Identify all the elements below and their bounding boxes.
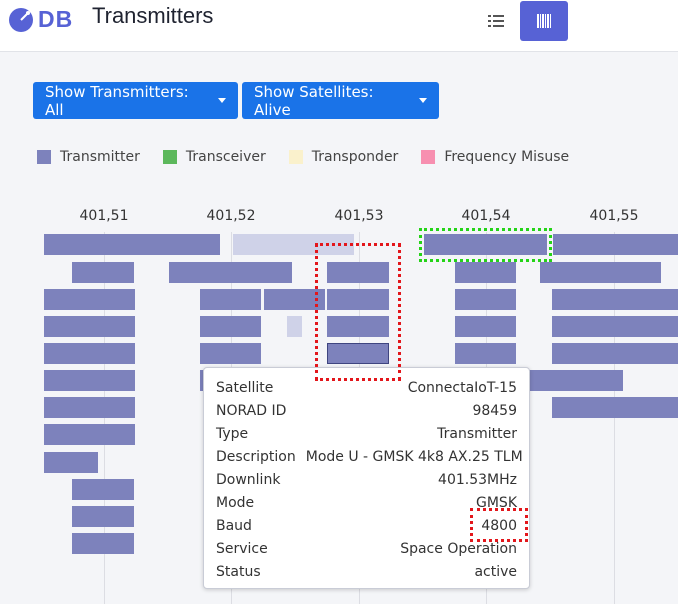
tooltip-key: Description xyxy=(216,448,296,465)
tooltip-value: Mode U - GMSK 4k8 AX.25 TLM xyxy=(305,448,523,465)
axis-tick: 401,53 xyxy=(334,208,384,224)
transmitter-bar[interactable] xyxy=(200,316,261,337)
show-satellites-label: Show Satellites: Alive xyxy=(254,82,374,119)
legend-label: Transmitter xyxy=(60,149,140,165)
tooltip-key: Baud xyxy=(216,517,252,534)
tooltip-value: ConnectaIoT-15 xyxy=(407,379,517,396)
legend-label: Transponder xyxy=(311,149,399,165)
legend-swatch xyxy=(37,150,51,164)
transmitter-bar[interactable] xyxy=(44,424,135,445)
transmitter-bar[interactable] xyxy=(44,370,135,391)
transmitter-bar[interactable] xyxy=(455,289,516,310)
caret-down-icon xyxy=(419,98,427,103)
legend-label: Transceiver xyxy=(185,149,266,165)
transmitter-tooltip: Satellite ConnectaIoT-15 NORAD ID 98459 … xyxy=(203,367,530,589)
transmitter-bar[interactable] xyxy=(44,343,135,364)
legend-item-transponder[interactable]: Transponder xyxy=(288,149,399,165)
tooltip-key: Service xyxy=(216,540,268,557)
legend: Transmitter Transceiver Transponder Freq… xyxy=(37,149,592,165)
transmitter-bar[interactable] xyxy=(72,479,134,500)
satellite-dish-icon xyxy=(9,7,33,32)
tooltip-row-description: Description Mode U - GMSK 4k8 AX.25 TLM xyxy=(216,445,523,468)
tooltip-value: Transmitter xyxy=(437,425,517,442)
transmitter-bar[interactable] xyxy=(455,316,516,337)
transmitter-bar[interactable] xyxy=(455,262,516,283)
transmitter-bar[interactable] xyxy=(44,289,135,310)
tooltip-row-status: Status active xyxy=(216,560,517,583)
tooltip-key: Mode xyxy=(216,494,255,511)
tooltip-value: Space Operation xyxy=(400,540,517,557)
transmitter-bar[interactable] xyxy=(455,343,516,364)
highlight-box-baud xyxy=(470,508,528,542)
legend-item-transmitter[interactable]: Transmitter xyxy=(37,149,140,165)
tooltip-key: Type xyxy=(216,425,249,442)
transmitter-bar[interactable] xyxy=(552,289,678,310)
legend-label: Frequency Misuse xyxy=(444,149,570,165)
axis-tick: 401,52 xyxy=(206,208,256,224)
show-satellites-dropdown[interactable]: Show Satellites: Alive xyxy=(242,82,439,119)
highlight-box-selected-bar xyxy=(315,243,401,381)
gridline xyxy=(614,232,615,604)
legend-item-transceiver[interactable]: Transceiver xyxy=(162,149,266,165)
transmitter-bar[interactable] xyxy=(72,533,134,554)
list-view-button[interactable] xyxy=(472,1,520,41)
tooltip-key: Status xyxy=(216,563,261,580)
transmitter-bar[interactable] xyxy=(44,452,98,473)
page-title: Transmitters xyxy=(92,3,214,28)
transmitter-bar[interactable] xyxy=(553,234,678,255)
barcode-icon xyxy=(537,14,551,28)
transmitter-bar[interactable] xyxy=(552,316,678,337)
transmitter-bar[interactable] xyxy=(540,262,661,283)
transmitter-bar[interactable] xyxy=(552,343,678,364)
tooltip-key: Downlink xyxy=(216,471,281,488)
logo-text: DB xyxy=(38,6,74,32)
axis-tick: 401,51 xyxy=(79,208,129,224)
tooltip-value: 98459 xyxy=(472,402,517,419)
transmitter-bar[interactable] xyxy=(72,262,134,283)
transmitter-bar[interactable] xyxy=(200,343,261,364)
show-transmitters-dropdown[interactable]: Show Transmitters: All xyxy=(33,82,238,119)
transmitter-bar[interactable] xyxy=(44,397,135,418)
tooltip-row-downlink: Downlink 401.53MHz xyxy=(216,468,517,491)
legend-swatch xyxy=(288,150,303,164)
transmitter-bar[interactable] xyxy=(200,289,261,310)
axis-tick: 401,55 xyxy=(589,208,639,224)
transmitter-bar[interactable] xyxy=(552,397,678,418)
legend-swatch xyxy=(162,150,177,164)
highlight-box-bar xyxy=(419,228,552,262)
logo[interactable]: DB xyxy=(8,6,73,33)
axis-tick: 401,54 xyxy=(461,208,511,224)
transmitter-bar[interactable] xyxy=(72,506,134,527)
tooltip-key: NORAD ID xyxy=(216,402,287,419)
tooltip-value: active xyxy=(474,563,517,580)
show-transmitters-label: Show Transmitters: All xyxy=(45,82,189,119)
tooltip-key: Satellite xyxy=(216,379,274,396)
bars-view-button[interactable] xyxy=(520,1,568,41)
legend-item-frequency-misuse[interactable]: Frequency Misuse xyxy=(421,149,569,165)
tooltip-row-norad-id: NORAD ID 98459 xyxy=(216,399,517,422)
caret-down-icon xyxy=(218,98,226,103)
top-bar: DB Transmitters xyxy=(0,0,678,52)
tooltip-row-type: Type Transmitter xyxy=(216,422,517,445)
tooltip-value: 401.53MHz xyxy=(438,471,517,488)
transmitter-bar[interactable] xyxy=(287,316,302,337)
transmitter-bar[interactable] xyxy=(169,262,292,283)
list-icon xyxy=(488,15,504,27)
legend-swatch xyxy=(421,150,436,164)
transmitter-bar[interactable] xyxy=(44,234,220,255)
transmitter-bar[interactable] xyxy=(44,316,135,337)
